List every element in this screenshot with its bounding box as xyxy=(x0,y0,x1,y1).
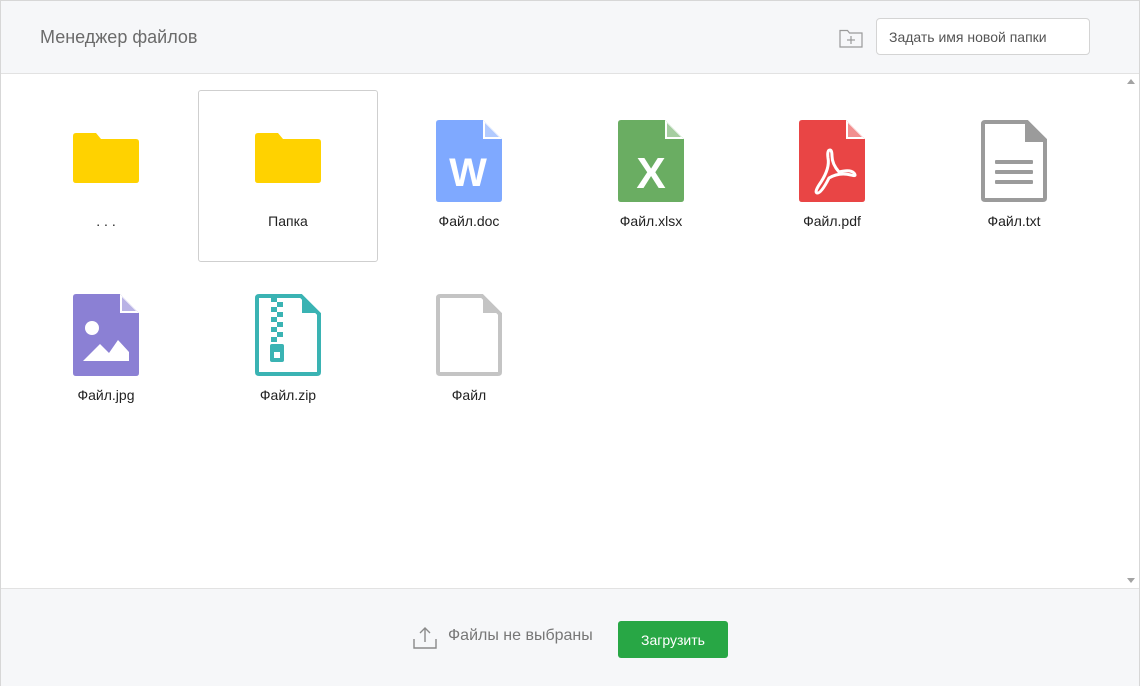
generic-file-icon xyxy=(436,294,502,376)
image-file-icon xyxy=(73,294,139,376)
upload-button[interactable]: Загрузить xyxy=(618,621,728,658)
header: Менеджер файлов xyxy=(1,1,1139,74)
file-grid: . . . Папка W Файл.doc X Файл.xlsx Файл.… xyxy=(1,74,1123,588)
file-item-parent-folder[interactable]: . . . xyxy=(16,90,196,262)
file-item-label: Папка xyxy=(268,213,308,229)
file-item-label: Файл xyxy=(451,387,487,403)
file-item-label: Файл.jpg xyxy=(77,387,135,403)
file-item-label: Файл.doc xyxy=(438,213,500,229)
file-item-doc[interactable]: W Файл.doc xyxy=(379,90,559,262)
file-item-txt[interactable]: Файл.txt xyxy=(924,90,1104,262)
file-item-zip[interactable]: Файл.zip xyxy=(198,264,378,436)
text-file-icon xyxy=(981,120,1047,202)
word-file-icon: W xyxy=(436,120,502,202)
file-item-pdf[interactable]: Файл.pdf xyxy=(742,90,922,262)
zip-file-icon xyxy=(255,294,321,376)
folder-icon xyxy=(73,133,139,183)
folder-icon xyxy=(255,133,321,183)
file-item-label: Файл.xlsx xyxy=(619,213,683,229)
file-item-xlsx[interactable]: X Файл.xlsx xyxy=(561,90,741,262)
page-title: Менеджер файлов xyxy=(40,27,198,47)
file-item-generic[interactable]: Файл xyxy=(379,264,559,436)
file-item-label: Файл.pdf xyxy=(803,213,861,229)
file-item-label: Файл.txt xyxy=(987,213,1041,229)
svg-text:X: X xyxy=(636,149,665,198)
files-status-text[interactable]: Файлы не выбраны xyxy=(448,627,593,645)
excel-file-icon: X xyxy=(618,120,684,202)
vertical-scrollbar[interactable] xyxy=(1123,74,1139,588)
footer: Файлы не выбраны Загрузить xyxy=(1,588,1139,686)
file-item-folder[interactable]: Папка xyxy=(198,90,378,262)
scroll-down-icon[interactable] xyxy=(1127,578,1135,583)
folder-plus-icon[interactable] xyxy=(839,28,863,48)
new-folder-name-input[interactable] xyxy=(876,18,1090,55)
svg-text:W: W xyxy=(449,151,487,195)
pdf-file-icon xyxy=(799,120,865,202)
upload-icon[interactable] xyxy=(412,626,438,650)
file-manager-window: Менеджер файлов . . . Папка xyxy=(0,0,1140,686)
scroll-up-icon[interactable] xyxy=(1127,79,1135,84)
file-item-label: . . . xyxy=(96,213,116,229)
file-item-label: Файл.zip xyxy=(259,387,317,403)
file-item-jpg[interactable]: Файл.jpg xyxy=(16,264,196,436)
